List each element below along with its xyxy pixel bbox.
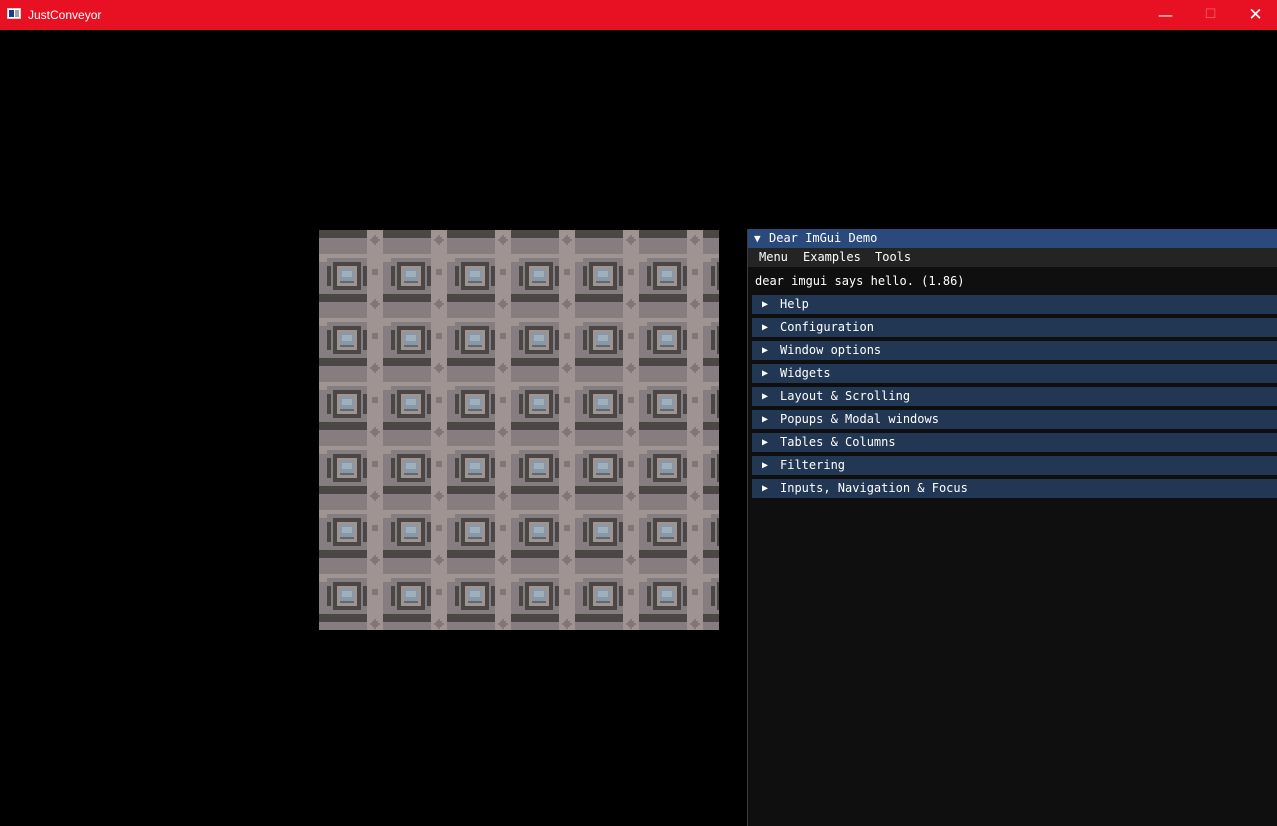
menu-item-examples[interactable]: Examples — [803, 250, 861, 265]
expand-arrow-icon: ▶ — [762, 391, 769, 402]
window-titlebar[interactable]: JustConveyor — ☐ ✕ — [0, 0, 1277, 30]
section-window-options[interactable]: ▶ Window options — [752, 341, 1277, 360]
section-filtering[interactable]: ▶ Filtering — [752, 456, 1277, 475]
close-button[interactable]: ✕ — [1233, 0, 1277, 30]
section-inputs-navigation-focus[interactable]: ▶ Inputs, Navigation & Focus — [752, 479, 1277, 498]
minimize-button[interactable]: — — [1143, 0, 1188, 30]
expand-arrow-icon: ▶ — [762, 483, 769, 494]
maximize-button[interactable]: ☐ — [1188, 0, 1233, 30]
section-label: Inputs, Navigation & Focus — [780, 481, 968, 495]
section-label: Layout & Scrolling — [780, 389, 911, 403]
section-help[interactable]: ▶ Help — [752, 295, 1277, 314]
app-icon — [7, 8, 21, 19]
window-title: JustConveyor — [28, 8, 102, 22]
expand-arrow-icon: ▶ — [762, 437, 769, 448]
section-layout-scrolling[interactable]: ▶ Layout & Scrolling — [752, 387, 1277, 406]
section-label: Configuration — [780, 320, 874, 334]
expand-arrow-icon: ▶ — [762, 345, 769, 356]
imgui-titlebar[interactable]: ▼ Dear ImGui Demo — [748, 229, 1277, 248]
expand-arrow-icon: ▶ — [762, 414, 769, 425]
section-tables-columns[interactable]: ▶ Tables & Columns — [752, 433, 1277, 452]
section-popups-modal[interactable]: ▶ Popups & Modal windows — [752, 410, 1277, 429]
expand-arrow-icon: ▶ — [762, 368, 769, 379]
menu-item-tools[interactable]: Tools — [875, 250, 911, 265]
imgui-demo-window[interactable]: ▼ Dear ImGui Demo Menu Examples Tools de… — [747, 229, 1277, 826]
expand-arrow-icon: ▶ — [762, 322, 769, 333]
section-label: Popups & Modal windows — [780, 412, 939, 426]
section-label: Help — [780, 297, 809, 311]
section-widgets[interactable]: ▶ Widgets — [752, 364, 1277, 383]
imgui-window-title: Dear ImGui Demo — [769, 231, 878, 245]
section-label: Tables & Columns — [780, 435, 896, 449]
hello-text: dear imgui says hello. (1.86) — [755, 274, 965, 288]
expand-arrow-icon: ▶ — [762, 299, 769, 310]
section-label: Widgets — [780, 366, 831, 380]
section-configuration[interactable]: ▶ Configuration — [752, 318, 1277, 337]
expand-arrow-icon: ▶ — [762, 460, 769, 471]
section-label: Filtering — [780, 458, 846, 472]
conveyor-texture — [319, 230, 719, 630]
imgui-menubar: Menu Examples Tools — [748, 248, 1277, 267]
collapse-arrow-icon[interactable]: ▼ — [754, 231, 761, 246]
menu-item-menu[interactable]: Menu — [759, 250, 788, 265]
section-label: Window options — [780, 343, 882, 357]
